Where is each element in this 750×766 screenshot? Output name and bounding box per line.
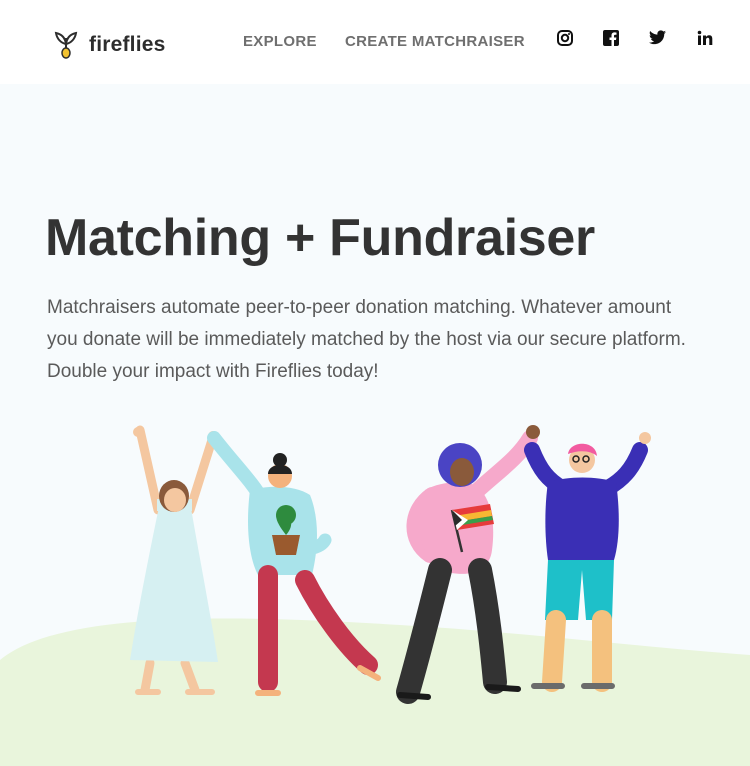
firefly-logo-icon — [54, 31, 78, 59]
instagram-icon[interactable] — [557, 30, 575, 48]
twitter-icon[interactable] — [649, 30, 667, 48]
woman-dress-figure — [130, 425, 218, 695]
page-title: Matching + Fundraiser — [45, 209, 595, 267]
facebook-icon[interactable] — [603, 30, 621, 48]
linkedin-icon[interactable] — [697, 30, 715, 48]
site-header: fireflies EXPLORE CREATE MATCHRAISER — [0, 0, 750, 84]
celebration-illustration — [0, 425, 750, 766]
brand-logo[interactable]: fireflies — [52, 30, 166, 60]
ground-hill — [0, 618, 750, 766]
brand-name: fireflies — [89, 33, 166, 56]
hero-description: Matchraisers automate peer-to-peer donat… — [47, 297, 686, 382]
nav-create-matchraiser[interactable]: CREATE MATCHRAISER — [345, 33, 525, 50]
nav-explore[interactable]: EXPLORE — [243, 33, 317, 50]
